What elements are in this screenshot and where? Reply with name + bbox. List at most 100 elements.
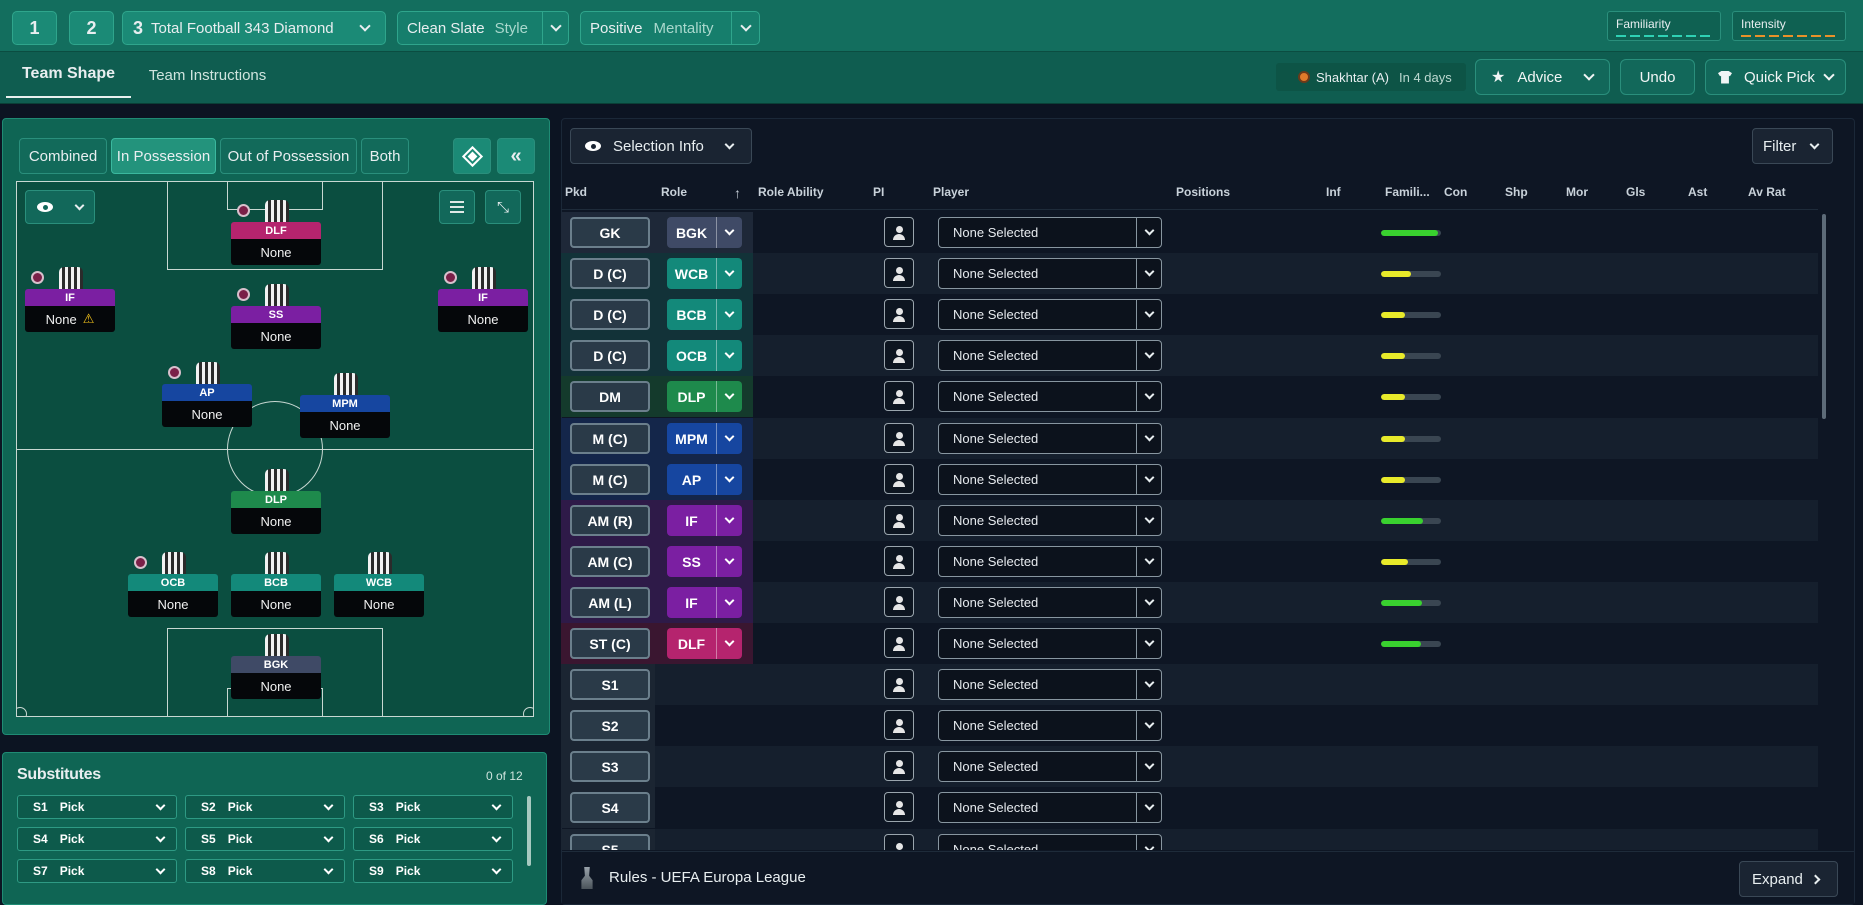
player-instructions-button[interactable] — [884, 628, 914, 658]
role-dropdown[interactable] — [717, 307, 742, 318]
expand-button[interactable]: Expand — [1739, 861, 1838, 897]
player-select[interactable]: None Selected — [938, 710, 1162, 741]
position-pick-button[interactable]: S2 — [570, 710, 650, 741]
player-instructions-button[interactable] — [884, 751, 914, 781]
substitute-slot-select[interactable]: S7 Pick — [17, 859, 177, 883]
col-pi[interactable]: PI — [873, 185, 884, 199]
player-select-dropdown[interactable] — [1137, 759, 1161, 770]
role-dropdown[interactable] — [717, 348, 742, 359]
role-dropdown[interactable] — [717, 389, 742, 400]
role-selector[interactable]: AP — [667, 464, 742, 495]
player-select-dropdown[interactable] — [1137, 677, 1161, 688]
role-selector[interactable]: BGK — [667, 217, 742, 248]
intensity-meter[interactable]: Intensity — [1732, 11, 1846, 41]
role-selector[interactable]: MPM — [667, 423, 742, 454]
role-dropdown[interactable] — [717, 431, 742, 442]
player-select[interactable]: None Selected — [938, 464, 1162, 495]
style-selector[interactable]: Clean Slate Style — [397, 11, 569, 45]
advice-button[interactable]: ★ Advice — [1475, 59, 1610, 95]
tab-team-shape[interactable]: Team Shape — [6, 52, 131, 98]
position-pick-button[interactable]: M (C) — [570, 464, 650, 495]
player-instructions-button[interactable] — [884, 710, 914, 740]
col-con[interactable]: Con — [1444, 185, 1467, 199]
player-select-dropdown[interactable] — [1137, 266, 1161, 277]
quick-pick-button[interactable]: Quick Pick — [1705, 59, 1846, 95]
player-instructions-button[interactable] — [884, 834, 914, 850]
role-selector[interactable]: DLF — [667, 628, 742, 659]
player-select-dropdown[interactable] — [1137, 472, 1161, 483]
role-dropdown[interactable] — [717, 595, 742, 606]
player-instructions-button[interactable] — [884, 258, 914, 288]
player-select[interactable]: None Selected — [938, 834, 1162, 850]
player-select[interactable]: None Selected — [938, 628, 1162, 659]
role-dropdown[interactable] — [717, 554, 742, 565]
player-select-dropdown[interactable] — [1137, 513, 1161, 524]
tactic-slot-2[interactable]: 2 — [69, 11, 114, 45]
familiarity-meter[interactable]: Familiarity — [1607, 11, 1721, 41]
player-select[interactable]: None Selected — [938, 505, 1162, 536]
style-dropdown[interactable] — [542, 12, 568, 44]
position-pick-button[interactable]: S3 — [570, 751, 650, 782]
table-row[interactable] — [561, 829, 1818, 850]
position-pick-button[interactable]: AM (R) — [570, 505, 650, 536]
player-select[interactable]: None Selected — [938, 299, 1162, 330]
player-instructions-button[interactable] — [884, 299, 914, 329]
player-instructions-button[interactable] — [884, 587, 914, 617]
player-instructions-button[interactable] — [884, 669, 914, 699]
role-dropdown[interactable] — [717, 636, 742, 647]
player-select-dropdown[interactable] — [1137, 842, 1161, 850]
role-selector[interactable]: OCB — [667, 340, 742, 371]
formation-toggle-button[interactable] — [453, 138, 491, 174]
mentality-selector[interactable]: Positive Mentality — [580, 11, 760, 45]
player-select-dropdown[interactable] — [1137, 595, 1161, 606]
col-role[interactable]: Role — [661, 185, 687, 199]
substitute-slot-select[interactable]: S8 Pick — [185, 859, 345, 883]
player-select-dropdown[interactable] — [1137, 348, 1161, 359]
col-pkd[interactable]: Pkd — [565, 185, 587, 199]
table-row[interactable] — [561, 664, 1818, 705]
filter-dropdown[interactable]: Filter — [1752, 128, 1833, 164]
position-pick-button[interactable]: GK — [570, 217, 650, 248]
player-select-dropdown[interactable] — [1137, 554, 1161, 565]
player-select[interactable]: None Selected — [938, 217, 1162, 248]
col-role-ability[interactable]: Role Ability — [758, 185, 824, 199]
player-instructions-button[interactable] — [884, 546, 914, 576]
player-select[interactable]: None Selected — [938, 587, 1162, 618]
player-instructions-button[interactable] — [884, 381, 914, 411]
position-pick-button[interactable]: D (C) — [570, 258, 650, 289]
role-selector[interactable]: IF — [667, 587, 742, 618]
role-selector[interactable]: BCB — [667, 299, 742, 330]
col-ast[interactable]: Ast — [1688, 185, 1707, 199]
player-select-dropdown[interactable] — [1137, 307, 1161, 318]
selection-info-dropdown[interactable]: Selection Info — [570, 128, 752, 164]
col-positions[interactable]: Positions — [1176, 185, 1230, 199]
role-selector[interactable]: IF — [667, 505, 742, 536]
player-select[interactable]: None Selected — [938, 258, 1162, 289]
table-row[interactable] — [561, 787, 1818, 828]
role-selector[interactable]: WCB — [667, 258, 742, 289]
table-row[interactable] — [561, 746, 1818, 787]
sort-arrow-up-icon[interactable]: ↑ — [734, 185, 741, 201]
role-dropdown[interactable] — [717, 225, 742, 236]
tactic-selector[interactable]: 3 Total Football 343 Diamond — [122, 11, 386, 45]
player-select[interactable]: None Selected — [938, 340, 1162, 371]
role-dropdown[interactable] — [717, 472, 742, 483]
col-gls[interactable]: Gls — [1626, 185, 1645, 199]
col-av-rat[interactable]: Av Rat — [1748, 185, 1786, 199]
undo-button[interactable]: Undo — [1620, 59, 1695, 95]
player-select[interactable]: None Selected — [938, 381, 1162, 412]
position-pick-button[interactable]: S4 — [570, 792, 650, 823]
player-instructions-button[interactable] — [884, 340, 914, 370]
position-pick-button[interactable]: DM — [570, 381, 650, 412]
tab-team-instructions[interactable]: Team Instructions — [140, 52, 275, 98]
col-inf[interactable]: Inf — [1326, 185, 1341, 199]
player-select-dropdown[interactable] — [1137, 389, 1161, 400]
tactic-slot-1[interactable]: 1 — [12, 11, 57, 45]
position-pick-button[interactable]: M (C) — [570, 423, 650, 454]
player-select[interactable]: None Selected — [938, 546, 1162, 577]
view-out-of-possession-button[interactable]: Out of Possession — [220, 138, 357, 174]
player-select-dropdown[interactable] — [1137, 636, 1161, 647]
next-match-info[interactable]: Shakhtar (A) In 4 days — [1276, 63, 1466, 91]
position-pick-button[interactable]: AM (C) — [570, 546, 650, 577]
position-pick-button[interactable]: ST (C) — [570, 628, 650, 659]
